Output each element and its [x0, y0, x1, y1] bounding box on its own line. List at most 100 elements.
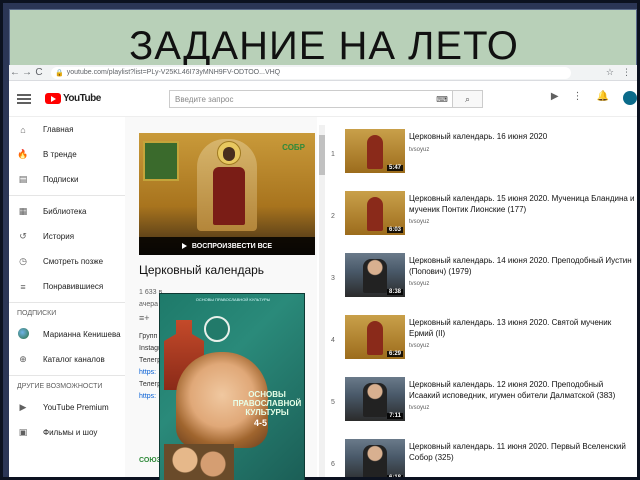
menu-icon[interactable]: ⋮	[622, 67, 631, 78]
sidebar-item-subscription-channel[interactable]: Марианна Кенишева	[9, 322, 125, 347]
channel-logo: СОБР	[282, 143, 305, 152]
sidebar-item-label: Марианна Кенишева	[43, 330, 121, 339]
video-row[interactable]: 1 5:47 Церковный календарь. 16 июня 2020 tv…	[329, 129, 637, 179]
playlist-cover[interactable]: СОБР ВОСПРОИЗВЕСТИ ВСЕ	[139, 133, 315, 255]
sidebar-item-history[interactable]: ↺ История	[9, 224, 125, 249]
play-icon	[181, 243, 187, 249]
sidebar: ⌂ Главная 🔥 В тренде ▤ Подписки ▦ Библио…	[9, 117, 125, 477]
book-title: ОСНОВЫ ПРАВОСЛАВНОЙ КУЛЬТУРЫ	[232, 390, 302, 417]
back-icon[interactable]: ←	[9, 67, 21, 78]
playlist-title: Церковный календарь	[139, 263, 265, 277]
notifications-icon[interactable]: 🔔	[597, 91, 609, 105]
video-duration: 7:11	[387, 413, 403, 419]
thumbnail-figure	[363, 259, 387, 293]
add-circle-icon: ⊕	[19, 354, 27, 364]
video-row[interactable]: 2 6:03 Церковный календарь. 15 июня 2020. …	[329, 191, 637, 241]
thumbnail-figure	[367, 135, 383, 169]
browser-window: ← → C 🔒 youtube.com/playlist?list=PLy-V2…	[9, 65, 637, 477]
lock-icon: 🔒	[55, 69, 64, 77]
video-index: 3	[331, 275, 335, 282]
video-channel[interactable]: tvsoyuz	[409, 281, 429, 287]
playlist-description: Групп Instagr Телегр https: Телегр https…	[139, 331, 161, 403]
sidebar-item-trending[interactable]: 🔥 В тренде	[9, 142, 125, 167]
book-grade: 4-5	[254, 418, 268, 428]
desc-link[interactable]: https:	[139, 367, 161, 379]
sidebar-item-label: Фильмы и шоу	[43, 428, 98, 437]
scrollbar[interactable]	[319, 125, 325, 477]
search-bar[interactable]: Введите запрос ⌨ ⌕	[169, 90, 483, 108]
star-icon[interactable]: ☆	[606, 67, 614, 78]
sidebar-item-channel-catalog[interactable]: ⊕ Каталог каналов	[9, 347, 125, 372]
reload-icon[interactable]: C	[33, 67, 45, 78]
avatar[interactable]	[623, 91, 637, 105]
video-title[interactable]: Церковный календарь. 11 июня 2020. Первы…	[409, 441, 635, 463]
video-row[interactable]: 5 7:11 Церковный календарь. 12 июня 2020. …	[329, 377, 637, 427]
sidebar-item-home[interactable]: ⌂ Главная	[9, 117, 125, 142]
video-title[interactable]: Церковный календарь. 14 июня 2020. Препо…	[409, 255, 635, 277]
video-row[interactable]: 6 6:18 Церковный календарь. 11 июня 2020. …	[329, 439, 637, 477]
play-all-button[interactable]: ВОСПРОИЗВЕСТИ ВСЕ	[139, 237, 315, 255]
video-title[interactable]: Церковный календарь. 15 июня 2020. Мучен…	[409, 193, 635, 215]
sidebar-item-label: Главная	[43, 125, 74, 134]
sidebar-item-label: Понравившиеся	[43, 282, 104, 291]
movies-icon: ▣	[18, 427, 28, 437]
video-thumbnail[interactable]: 6:29	[345, 315, 405, 359]
thumbnail-figure	[367, 197, 383, 231]
sidebar-item-movies[interactable]: ▣ Фильмы и шоу	[9, 420, 125, 445]
history-icon: ↺	[19, 231, 27, 241]
save-playlist-icon[interactable]: ≡+	[139, 313, 150, 323]
thumbnail-figure	[363, 445, 387, 477]
video-row[interactable]: 3 8:38 Церковный календарь. 14 июня 2020. …	[329, 253, 637, 303]
video-thumbnail[interactable]: 7:11	[345, 377, 405, 421]
video-duration: 5:47	[386, 165, 403, 171]
sidebar-item-premium[interactable]: ▶ YouTube Premium	[9, 395, 125, 420]
sidebar-item-label: Каталог каналов	[43, 355, 105, 364]
textbook-cover-image: ОСНОВЫ ПРАВОСЛАВНОЙ КУЛЬТУРЫ ОСНОВЫ ПРАВ…	[159, 293, 305, 480]
video-duration: 6:18	[386, 475, 403, 477]
sidebar-item-subscriptions[interactable]: ▤ Подписки	[9, 167, 125, 192]
address-bar: ← → C 🔒 youtube.com/playlist?list=PLy-V2…	[9, 65, 637, 81]
video-channel[interactable]: tvsoyuz	[409, 219, 429, 225]
clock-icon: ◷	[19, 256, 27, 266]
desc-line: Телегр	[139, 357, 161, 364]
video-index: 6	[331, 461, 335, 468]
hamburger-icon[interactable]	[17, 92, 31, 106]
video-title[interactable]: Церковный календарь. 16 июня 2020	[409, 131, 635, 142]
youtube-logo[interactable]: YouTube	[45, 93, 101, 104]
channel-avatar	[17, 328, 29, 341]
icon-face	[223, 147, 235, 161]
video-thumbnail[interactable]: 5:47	[345, 129, 405, 173]
apps-icon[interactable]: ⋮	[573, 91, 583, 105]
keyboard-icon[interactable]: ⌨	[432, 95, 452, 104]
subscriptions-heading: ПОДПИСКИ	[17, 310, 57, 317]
sidebar-item-liked[interactable]: ≡ Понравившиеся	[9, 274, 125, 299]
video-duration: 8:38	[386, 289, 403, 295]
book-kids-photo	[164, 444, 234, 480]
divider	[9, 375, 125, 376]
scrollbar-thumb[interactable]	[319, 135, 325, 175]
video-channel[interactable]: tvsoyuz	[409, 405, 429, 411]
forward-icon[interactable]: →	[21, 67, 33, 78]
video-title[interactable]: Церковный календарь. 12 июня 2020. Препо…	[409, 379, 635, 401]
sidebar-item-library[interactable]: ▦ Библиотека	[9, 199, 125, 224]
video-thumbnail[interactable]: 8:38	[345, 253, 405, 297]
video-row[interactable]: 4 6:29 Церковный календарь. 13 июня 2020. …	[329, 315, 637, 365]
video-thumbnail[interactable]: 6:03	[345, 191, 405, 235]
url-field[interactable]: 🔒 youtube.com/playlist?list=PLy-V25KL46I…	[51, 66, 571, 79]
thumbnail-figure	[363, 383, 387, 417]
sidebar-item-label: История	[43, 232, 75, 241]
book-top-text: ОСНОВЫ ПРАВОСЛАВНОЙ КУЛЬТУРЫ	[195, 297, 271, 302]
desc-link[interactable]: https:	[139, 391, 161, 403]
youtube-play-icon	[45, 93, 61, 104]
video-title[interactable]: Церковный календарь. 13 июня 2020. Свято…	[409, 317, 635, 339]
search-input[interactable]: Введите запрос	[170, 95, 432, 104]
video-thumbnail[interactable]: 6:18	[345, 439, 405, 477]
video-channel[interactable]: tvsoyuz	[409, 147, 429, 153]
search-button[interactable]: ⌕	[452, 91, 482, 107]
create-video-icon[interactable]: ▶	[551, 91, 559, 105]
youtube-header: YouTube Введите запрос ⌨ ⌕ ▶ ⋮ 🔔	[9, 81, 637, 117]
video-channel[interactable]: tvsoyuz	[409, 343, 429, 349]
sidebar-item-label: Смотреть позже	[43, 257, 104, 266]
youtube-premium-icon: ▶	[19, 402, 27, 412]
sidebar-item-watch-later[interactable]: ◷ Смотреть позже	[9, 249, 125, 274]
